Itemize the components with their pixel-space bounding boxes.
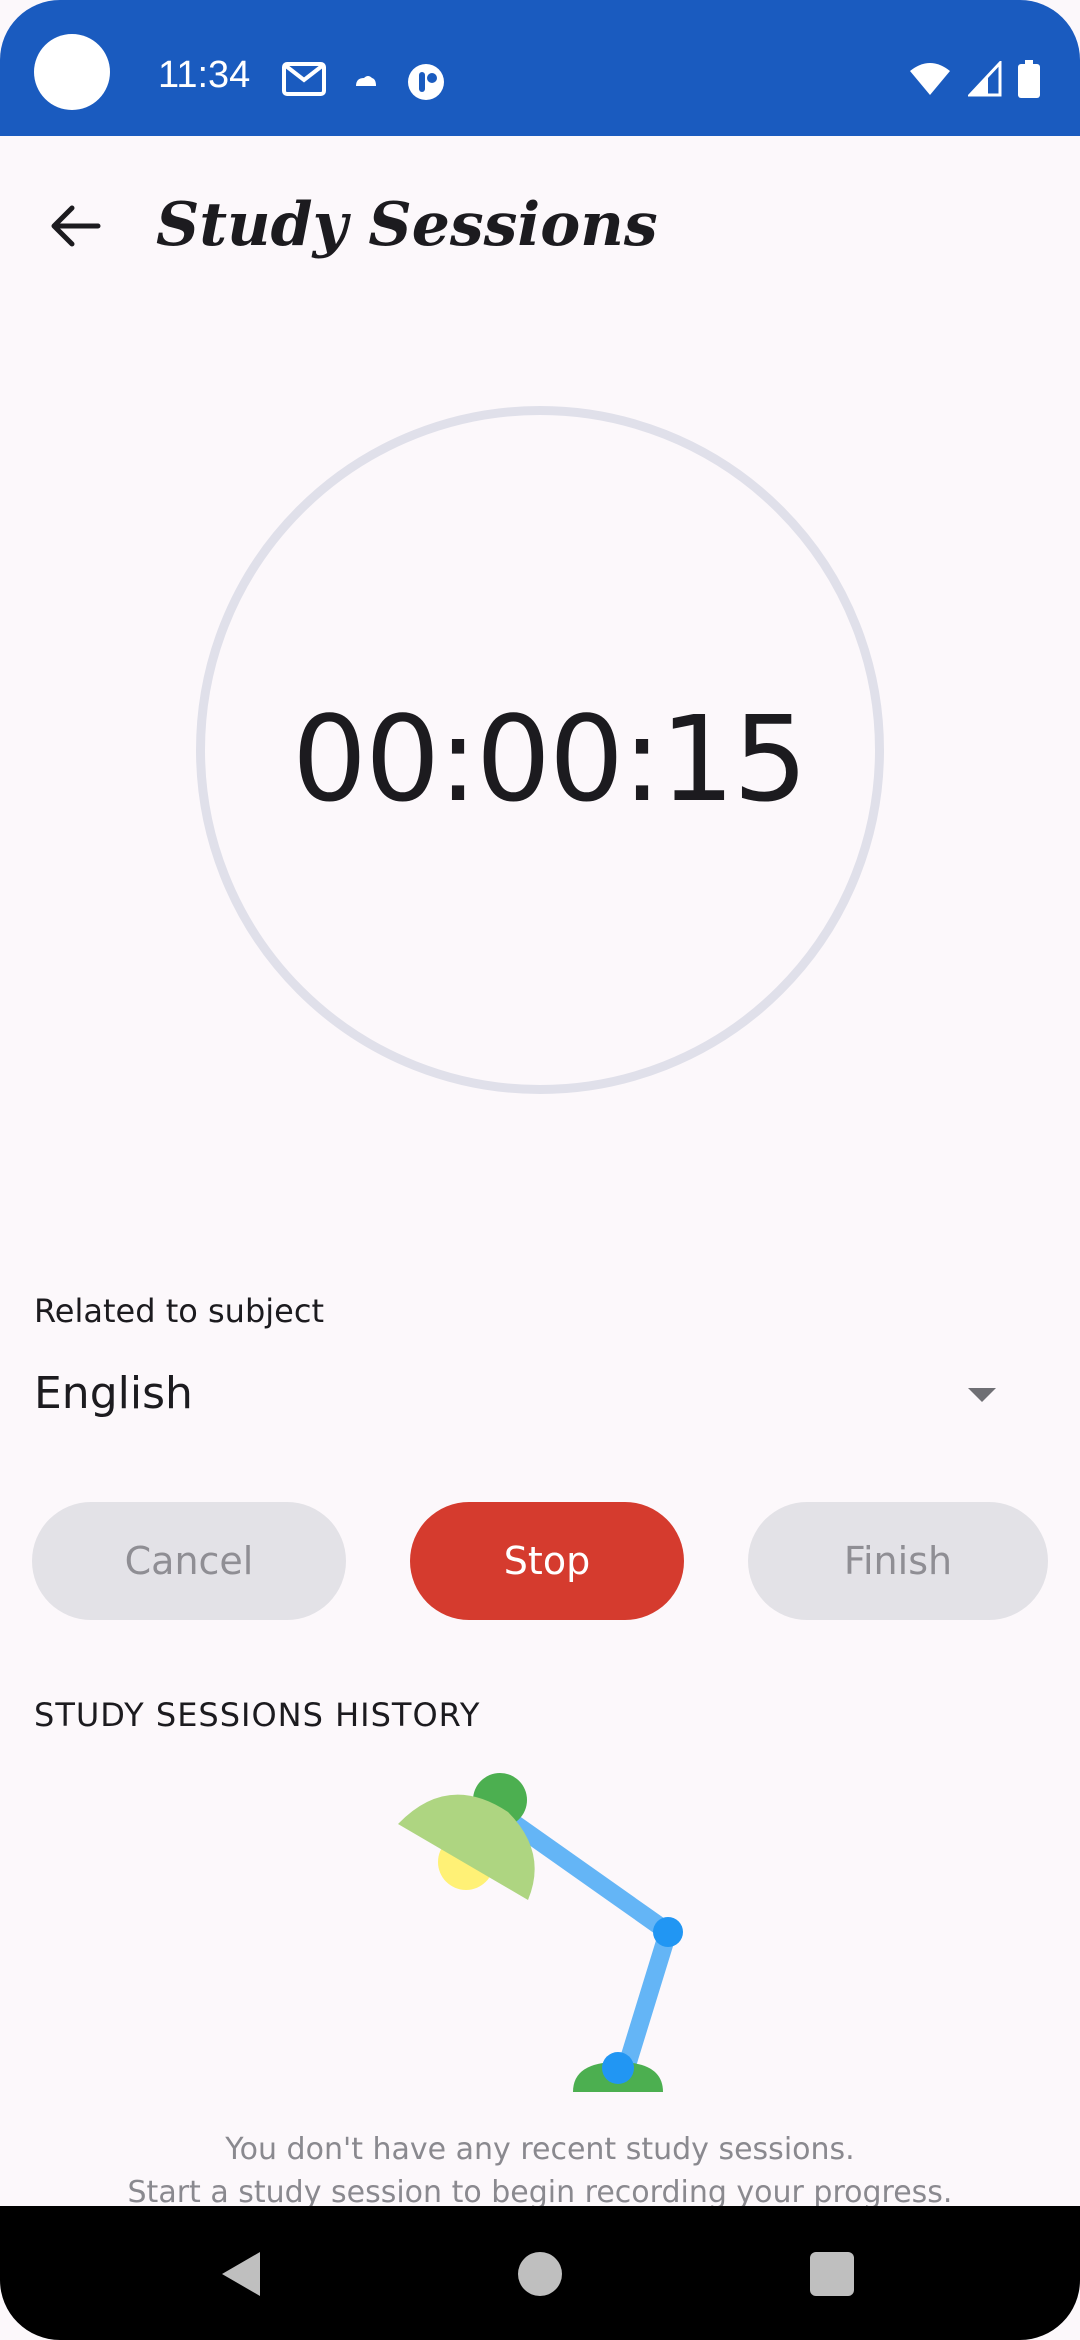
subject-dropdown[interactable]: English (34, 1368, 1014, 1432)
nav-home-icon[interactable] (518, 2252, 562, 2296)
page-title: Study Sessions (156, 190, 658, 260)
stop-button[interactable]: Stop (410, 1502, 684, 1620)
status-icons-right (908, 60, 1040, 98)
battery-icon (1018, 60, 1040, 98)
nav-recents-icon[interactable] (810, 2252, 854, 2296)
arrow-back-icon (51, 205, 101, 247)
signal-icon (968, 61, 1002, 97)
finish-button[interactable]: Finish (748, 1502, 1048, 1620)
cloud-icon (356, 76, 376, 86)
navigation-bar (0, 2206, 1080, 2340)
gmail-icon (282, 62, 326, 96)
back-button[interactable] (44, 194, 108, 258)
timer-ring: 00:00:15 (196, 406, 884, 1094)
desk-lamp-illustration (398, 1773, 683, 2092)
empty-state-line-1: You don't have any recent study sessions… (225, 2132, 855, 2167)
empty-state-line-2: Start a study session to begin recording… (127, 2175, 953, 2210)
camera-cutout (34, 34, 110, 110)
status-time: 11:34 (158, 54, 251, 96)
cancel-button[interactable]: Cancel (32, 1502, 346, 1620)
chevron-down-icon (968, 1388, 996, 1402)
app-badge-icon (408, 64, 444, 100)
history-title: STUDY SESSIONS HISTORY (34, 1696, 481, 1734)
wifi-icon (910, 63, 950, 95)
subject-value: English (34, 1368, 193, 1419)
nav-back-icon[interactable] (222, 2252, 260, 2296)
subject-label: Related to subject (34, 1292, 324, 1330)
timer-display: 00:00:15 (292, 690, 808, 828)
app-bar: Study Sessions (0, 136, 1080, 316)
status-bar: 11:34 (0, 0, 1080, 136)
